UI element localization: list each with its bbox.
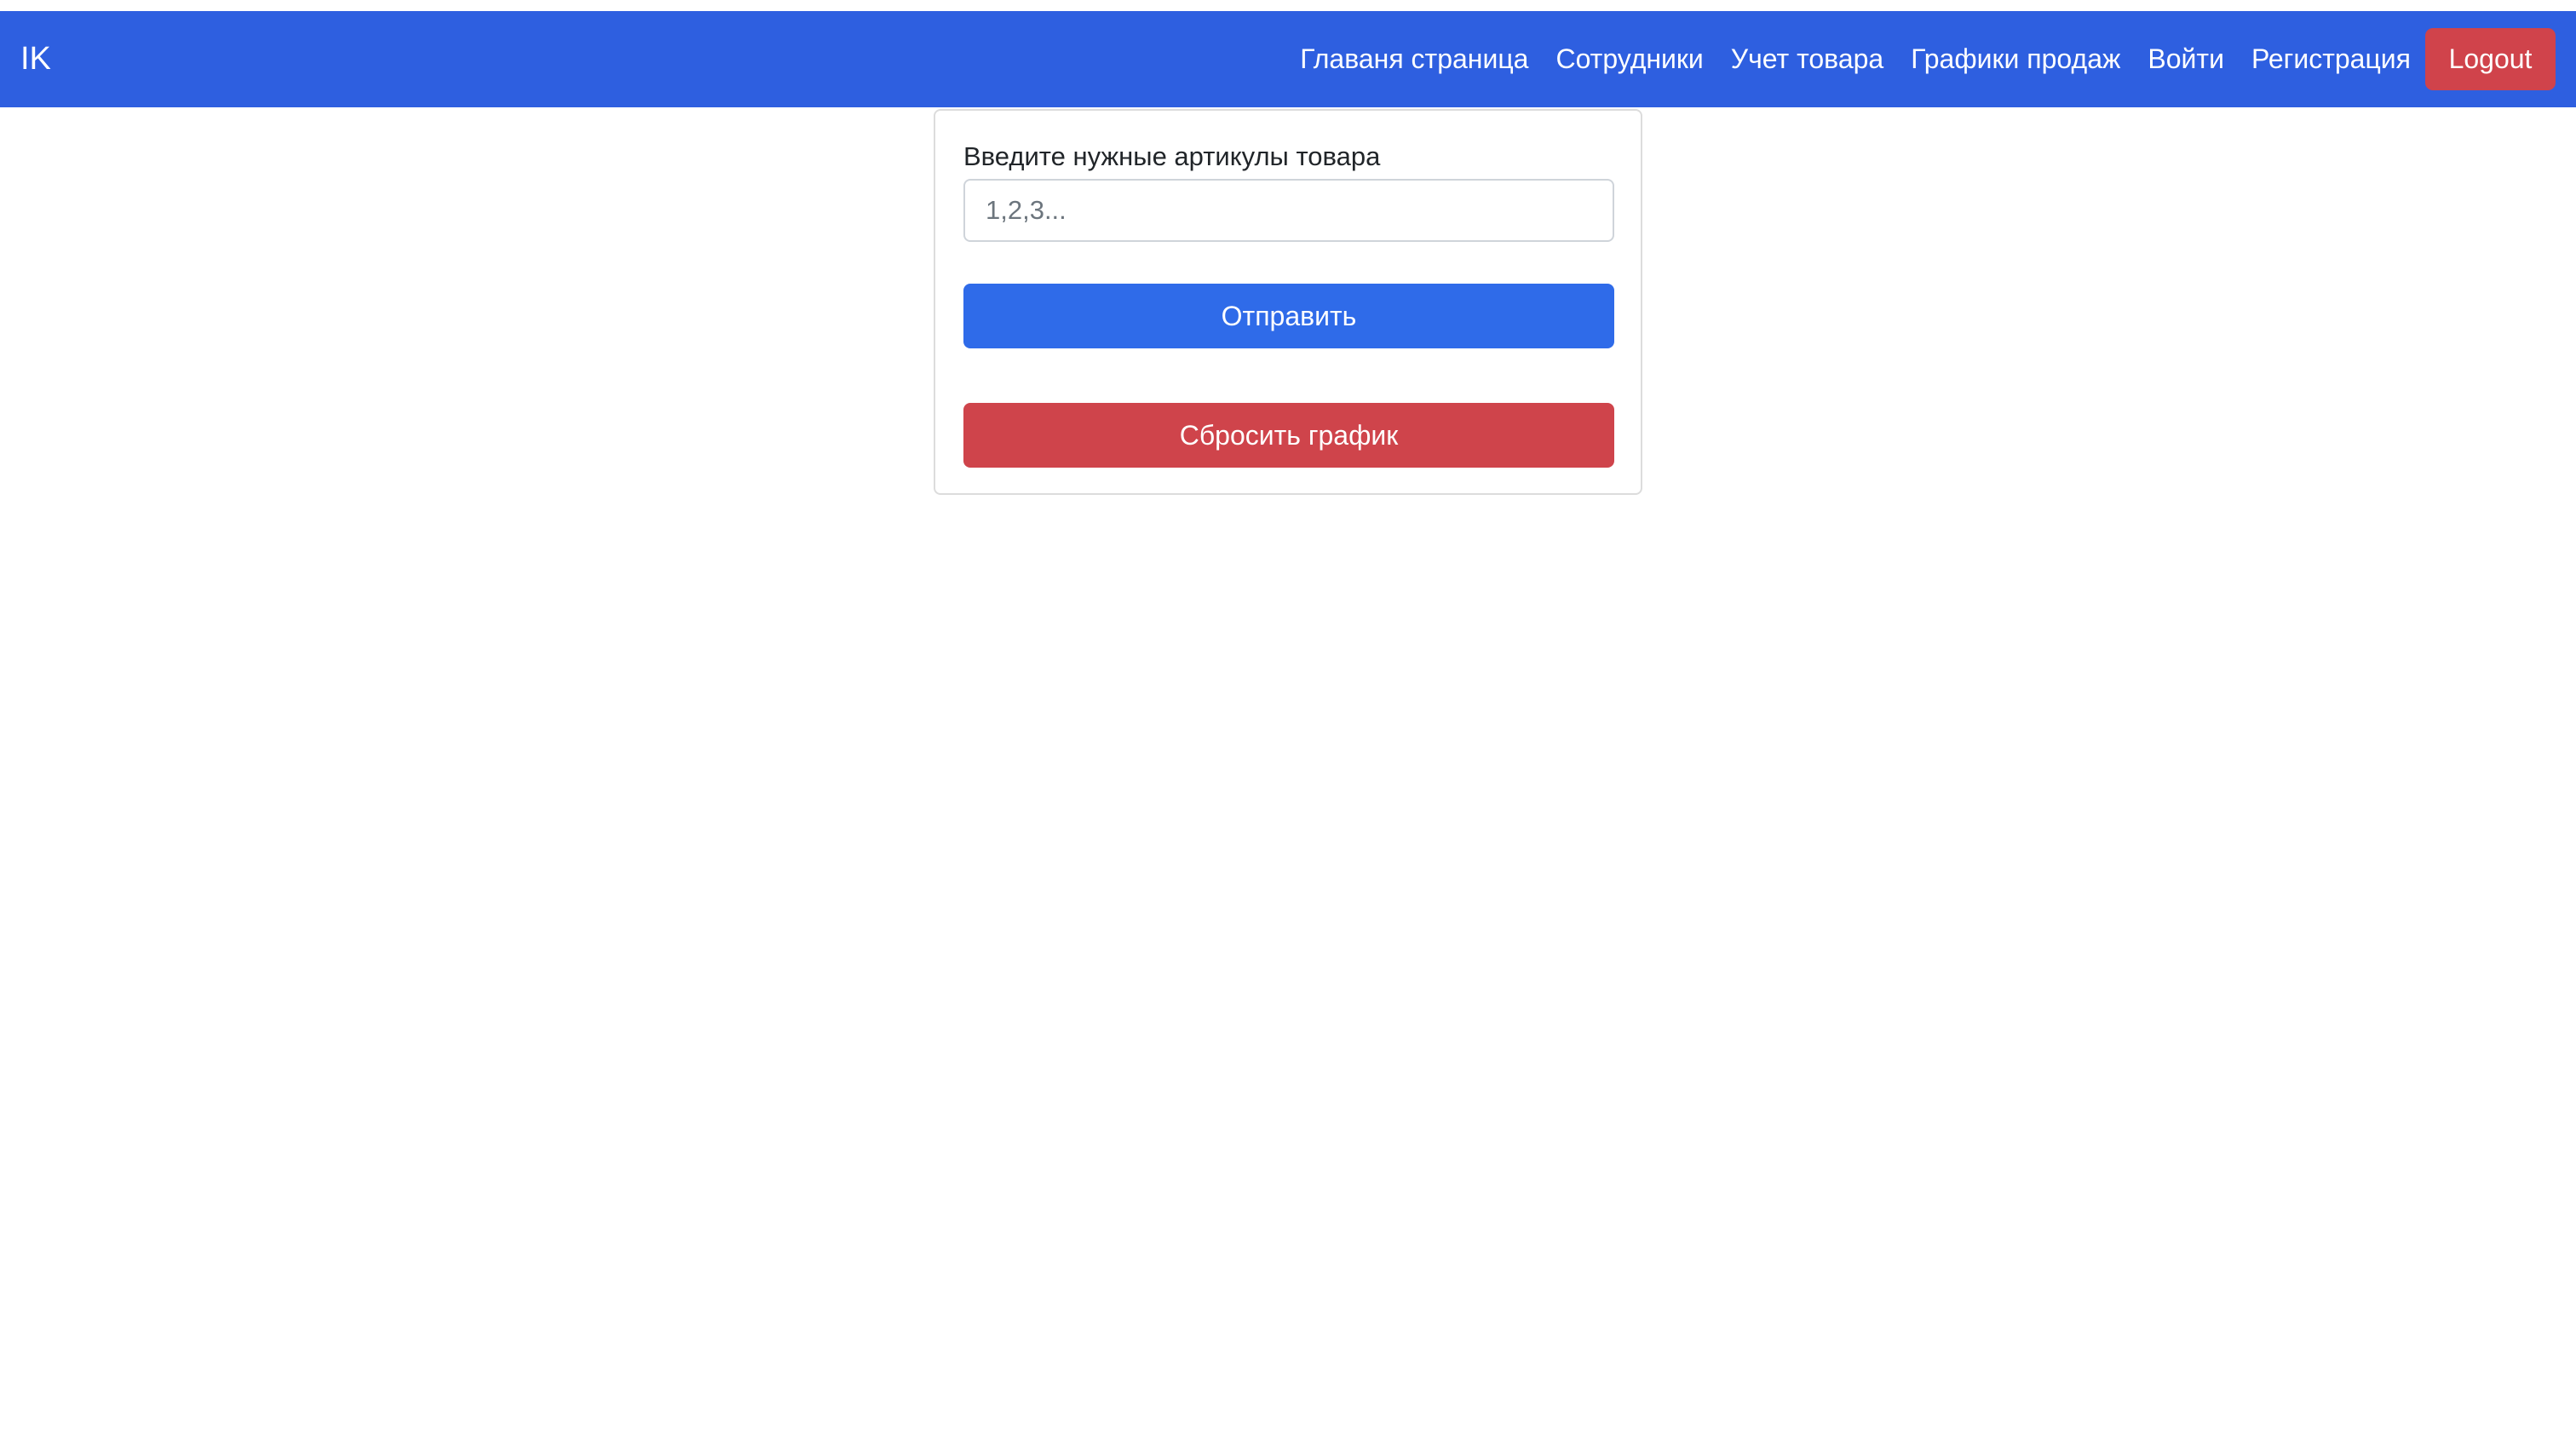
nav-link-inventory[interactable]: Учет товара [1731,43,1883,75]
nav-link-home[interactable]: Главаня страница [1300,43,1528,75]
submit-button[interactable]: Отправить [963,284,1614,348]
nav-links: Главаня страница Сотрудники Учет товара … [1300,11,2556,107]
reset-chart-button[interactable]: Сбросить график [963,403,1614,468]
nav-link-register[interactable]: Регистрация [2251,43,2411,75]
sku-form-card: Введите нужные артикулы товара Отправить… [934,109,1642,495]
nav-link-employees[interactable]: Сотрудники [1555,43,1703,75]
logout-button[interactable]: Logout [2425,28,2556,90]
nav-link-sales-charts[interactable]: Графики продаж [1911,43,2120,75]
sku-field-label: Введите нужные артикулы товара [963,141,1381,171]
top-strip [0,0,2576,11]
nav-link-login[interactable]: Войти [2148,43,2224,75]
sku-input[interactable] [963,179,1614,242]
navbar: IK Главаня страница Сотрудники Учет това… [0,11,2576,107]
brand-logo[interactable]: IK [20,11,51,107]
